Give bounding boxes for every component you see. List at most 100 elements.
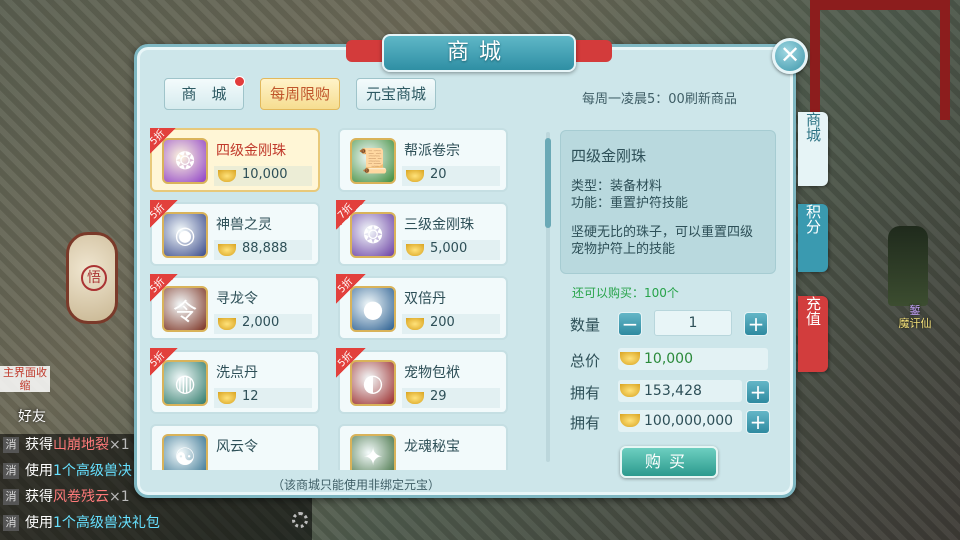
quantity-minus-button[interactable]: −	[618, 312, 642, 336]
item-price: 200	[430, 315, 455, 330]
total-price-label: 总价	[570, 352, 601, 370]
side-tab-points[interactable]: 积分	[798, 204, 828, 272]
owned-label-1: 拥有	[570, 384, 601, 402]
npc-name-line-2: 魔讦仙	[898, 317, 932, 330]
item-price: 10,000	[242, 167, 288, 182]
shop-item[interactable]: ❂ 四级金刚珠 10,000 5折	[150, 128, 320, 192]
scroll-icon: 📜	[350, 138, 396, 184]
detail-type: 类型：装备材料	[571, 179, 663, 194]
side-tab-points-label: 积分	[804, 204, 822, 234]
detail-function: 功能：重置护符技能	[571, 196, 689, 211]
ingot-icon	[218, 318, 236, 330]
chat-text: 获得	[25, 437, 53, 453]
chat-line: 消获得山崩地裂×1	[0, 434, 130, 456]
recharge-plus-button-2[interactable]: +	[746, 410, 770, 434]
item-price-row: 88,888	[214, 240, 312, 260]
owned-value-2: 100,000,000	[644, 413, 734, 429]
tab-ingot-shop[interactable]: 元宝商城	[356, 78, 436, 110]
quantity-label: 数量	[570, 316, 601, 334]
discount-badge: 7折	[336, 200, 366, 230]
chat-channel-tag: 消	[3, 463, 19, 479]
chat-channel-tag: 消	[3, 489, 19, 505]
item-name: 寻龙令	[216, 291, 258, 307]
discount-badge: 5折	[336, 348, 366, 378]
chat-item-link[interactable]: 山崩地裂	[53, 437, 109, 453]
discount-badge: 5折	[150, 128, 178, 156]
owned-ingot-field: 100,000,000	[618, 410, 742, 432]
discount-badge: 5折	[150, 200, 178, 230]
item-price-row: 10,000	[214, 166, 312, 186]
shop-item[interactable]: ❂ 三级金刚珠 5,000 7折	[336, 200, 508, 266]
lantern: 悟	[66, 232, 118, 324]
ingot-icon	[406, 392, 424, 404]
red-gate	[810, 0, 950, 120]
tab-shop[interactable]: 商 城	[164, 78, 244, 110]
shop-item[interactable]: ☯ 风云令	[150, 424, 320, 470]
chat-item-link[interactable]: 风卷残云	[53, 489, 109, 505]
ingot-icon	[406, 244, 424, 256]
chat-text: 获得	[25, 489, 53, 505]
item-name: 风云令	[216, 439, 258, 455]
chat-channel-tag: 消	[3, 437, 19, 453]
item-name: 三级金刚珠	[404, 217, 474, 233]
chat-text: 使用	[25, 463, 53, 479]
item-price-row: 2,000	[214, 314, 312, 334]
chat-line: 消使用1个高级兽决礼包	[0, 512, 160, 534]
shop-item[interactable]: 令寻龙令 2,000 5折	[150, 274, 320, 340]
friend-button[interactable]: 好友	[18, 406, 46, 426]
recharge-plus-button-1[interactable]: +	[746, 380, 770, 404]
ingot-icon	[620, 414, 640, 427]
chat-item-link[interactable]: 1个高级兽决	[53, 463, 132, 479]
total-price-field: 10,000	[618, 348, 768, 370]
collapse-main-ui-button[interactable]: 主界面收缩	[0, 366, 50, 392]
dragon-soul-icon: ✦	[350, 434, 396, 470]
chat-settings-gear-icon[interactable]	[292, 512, 308, 528]
owned-bound-ingot-field: 153,428	[618, 380, 742, 402]
ingot-icon	[406, 170, 424, 182]
side-tab-recharge[interactable]: 充值	[798, 296, 828, 372]
side-tab-recharge-label: 充值	[804, 296, 822, 326]
ingot-icon	[406, 318, 424, 330]
shop-item[interactable]: 📜 帮派卷宗 20	[338, 128, 508, 192]
item-detail-panel: 四级金刚珠 类型：装备材料 功能：重置护符技能 坚硬无比的珠子，可以重置四级宠物…	[560, 130, 776, 274]
owned-value-1: 153,428	[644, 383, 702, 399]
chat-count: ×1	[109, 437, 130, 453]
shop-item[interactable]: ● 双倍丹 200 5折	[336, 274, 508, 340]
discount-badge-label: 5折	[150, 128, 168, 148]
tab-weekly-limited[interactable]: 每周限购	[260, 78, 340, 110]
item-name: 龙魂秘宝	[404, 439, 460, 455]
quantity-plus-button[interactable]: +	[744, 312, 768, 336]
quantity-input[interactable]: 1	[654, 310, 732, 336]
discount-badge: 5折	[336, 274, 366, 304]
wind-token-icon: ☯	[162, 434, 208, 470]
npc-name: 錾 魔讦仙	[884, 304, 946, 330]
discount-badge-label: 5折	[336, 349, 356, 370]
shop-item[interactable]: ◐ 宠物包袱 29 5折	[336, 348, 508, 414]
chat-channel-tag: 消	[3, 515, 19, 531]
item-price-row: 200	[402, 314, 500, 334]
side-tab-shop[interactable]: 商城	[798, 112, 828, 186]
detail-description: 坚硬无比的珠子，可以重置四级宠物护符上的技能	[571, 225, 754, 257]
item-name: 帮派卷宗	[404, 143, 460, 159]
npc-character[interactable]	[888, 226, 928, 306]
ingot-icon	[218, 170, 236, 182]
item-name: 双倍丹	[404, 291, 446, 307]
close-button[interactable]: ✕	[772, 38, 808, 74]
list-scroll-thumb[interactable]	[545, 138, 551, 228]
notification-dot-icon	[234, 76, 245, 87]
ingot-icon	[218, 392, 236, 404]
chat-line: 消获得风卷残云×1	[0, 486, 130, 508]
item-price: 2,000	[242, 315, 280, 330]
discount-badge: 5折	[150, 274, 178, 304]
chat-item-link[interactable]: 1个高级兽决礼包	[53, 515, 160, 531]
item-name: 洗点丹	[216, 365, 258, 381]
shop-item[interactable]: ✦ 龙魂秘宝	[338, 424, 508, 470]
item-price-row: 29	[402, 388, 500, 408]
buy-button[interactable]: 购买	[620, 446, 718, 478]
total-price-value: 10,000	[644, 351, 693, 367]
item-price: 20	[430, 167, 447, 182]
shop-item[interactable]: ◍ 洗点丹 12 5折	[150, 348, 320, 414]
side-tab-shop-label: 商城	[804, 112, 822, 142]
shop-item[interactable]: ◉ 神兽之灵 88,888 5折	[150, 200, 320, 266]
item-price: 88,888	[242, 241, 288, 256]
